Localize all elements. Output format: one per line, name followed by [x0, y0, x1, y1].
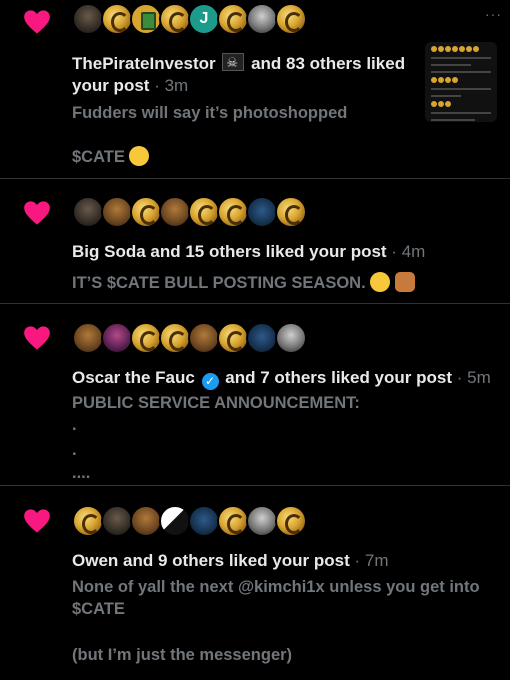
- avatar[interactable]: [130, 196, 162, 228]
- post-text: $CATE: [72, 146, 150, 168]
- avatar[interactable]: [275, 3, 307, 35]
- actor-name[interactable]: Oscar the Fauc: [72, 368, 195, 387]
- avatar[interactable]: [217, 322, 249, 354]
- pirate-flag-icon: [222, 52, 245, 74]
- notification-headline: Oscar the Fauc ✓ and 7 others liked your…: [72, 368, 491, 390]
- post-text: ....: [72, 464, 91, 482]
- avatar[interactable]: [188, 505, 220, 537]
- notification-4[interactable]: Owen and 9 others liked your post · 7m N…: [0, 486, 510, 680]
- avatar[interactable]: [130, 505, 162, 537]
- post-text: PUBLIC SERVICE ANNOUNCEMENT:: [72, 394, 360, 412]
- avatar[interactable]: [72, 3, 104, 35]
- avatar[interactable]: [275, 505, 307, 537]
- notification-3[interactable]: Oscar the Fauc ✓ and 7 others liked your…: [0, 304, 510, 486]
- avatar[interactable]: [246, 505, 278, 537]
- timestamp: 5m: [467, 368, 491, 387]
- avatar[interactable]: [275, 322, 307, 354]
- post-text: IT’S $CATE BULL POSTING SEASON.: [72, 272, 415, 294]
- avatar[interactable]: [101, 322, 133, 354]
- avatar[interactable]: [72, 505, 104, 537]
- actor-name[interactable]: Big Soda: [72, 242, 146, 261]
- avatar[interactable]: [72, 322, 104, 354]
- post-text: None of yall the next @kimchi1x unless y…: [72, 578, 480, 596]
- avatar[interactable]: [188, 322, 220, 354]
- avatar[interactable]: J: [188, 3, 220, 35]
- timestamp: 4m: [401, 242, 426, 261]
- post-text: $CATE: [72, 600, 125, 618]
- shocked-face-emoji-icon: [129, 146, 150, 166]
- post-text: (but I’m just the messenger): [72, 646, 293, 664]
- avatar[interactable]: [101, 196, 133, 228]
- notification-headline: Owen and 9 others liked your post · 7m: [72, 551, 389, 570]
- fist-emoji-icon: [394, 272, 415, 292]
- verified-badge-icon: ✓: [201, 373, 219, 390]
- avatar[interactable]: [246, 3, 278, 35]
- avatar[interactable]: [275, 196, 307, 228]
- avatar[interactable]: [159, 196, 191, 228]
- avatar[interactable]: [159, 505, 191, 537]
- avatar[interactable]: [130, 3, 162, 35]
- heart-icon: [24, 201, 50, 225]
- avatar[interactable]: [217, 3, 249, 35]
- avatar[interactable]: [101, 3, 133, 35]
- avatar[interactable]: [101, 505, 133, 537]
- avatar[interactable]: [217, 505, 249, 537]
- notification-headline: ThePirateInvestor and 83 others liked yo…: [72, 52, 412, 97]
- heart-icon: [24, 10, 50, 34]
- avatar[interactable]: [246, 196, 278, 228]
- more-options-icon[interactable]: ···: [485, 6, 502, 22]
- post-thumbnail[interactable]: [425, 42, 497, 122]
- liker-avatars: [72, 322, 307, 354]
- avatar[interactable]: [159, 322, 191, 354]
- timestamp: 3m: [164, 76, 189, 95]
- avatar[interactable]: [188, 196, 220, 228]
- avatar[interactable]: [130, 322, 162, 354]
- notification-2[interactable]: Big Soda and 15 others liked your post ·…: [0, 179, 510, 304]
- heart-icon: [24, 509, 50, 533]
- steam-face-emoji-icon: [370, 272, 391, 292]
- avatar[interactable]: [159, 3, 191, 35]
- post-text: Fudders will say it’s photoshopped: [72, 104, 348, 122]
- liker-avatars: J: [72, 3, 307, 35]
- post-text: .: [72, 416, 77, 434]
- avatar[interactable]: [72, 196, 104, 228]
- actor-name[interactable]: Owen: [72, 551, 118, 570]
- liker-avatars: [72, 505, 307, 537]
- heart-icon: [24, 326, 50, 350]
- avatar[interactable]: [217, 196, 249, 228]
- actor-name[interactable]: ThePirateInvestor: [72, 54, 216, 73]
- liker-avatars: [72, 196, 307, 228]
- post-text: .: [72, 441, 77, 459]
- timestamp: 7m: [364, 551, 389, 570]
- notification-headline: Big Soda and 15 others liked your post ·…: [72, 242, 426, 261]
- notification-1[interactable]: J ··· ThePirateInvestor and 83 others li…: [0, 0, 510, 179]
- avatar[interactable]: [246, 322, 278, 354]
